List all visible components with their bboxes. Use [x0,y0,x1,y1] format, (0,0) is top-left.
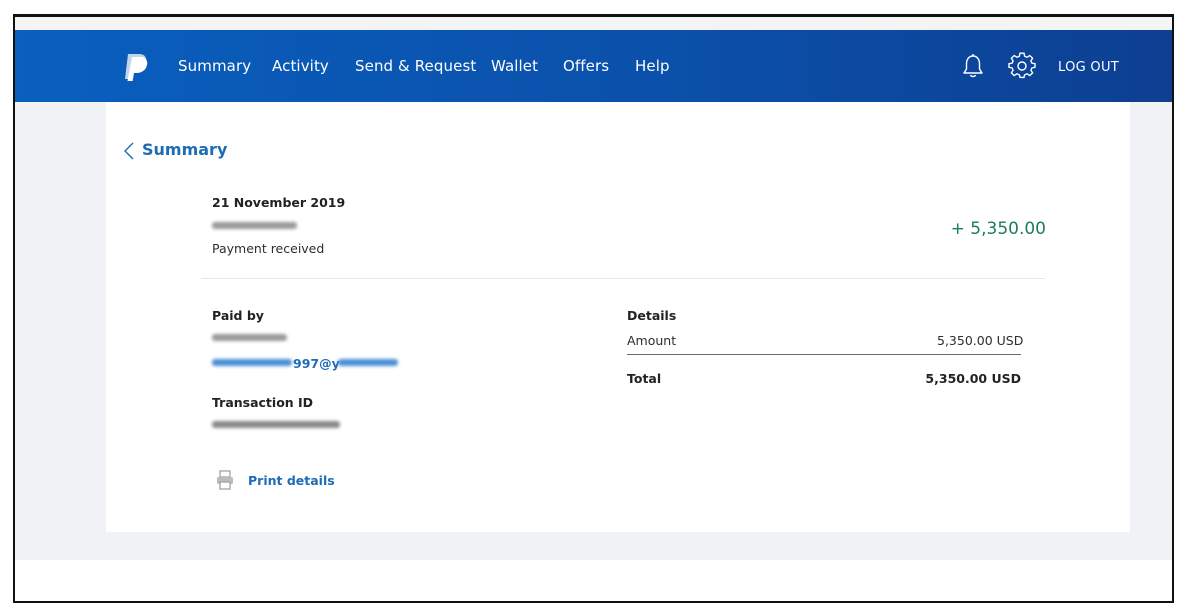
section-divider [201,278,1045,279]
nav-summary[interactable]: Summary [178,57,251,75]
redacted-transaction-id [212,421,340,428]
redacted-email-suffix [338,359,398,366]
transaction-amount: + 5,350.00 [950,219,1046,239]
transaction-type: Payment received [212,241,325,256]
paid-by-label: Paid by [212,308,264,323]
nav-activity[interactable]: Activity [272,57,329,75]
bell-icon[interactable] [959,52,987,80]
redacted-email-prefix [212,359,292,366]
print-details-link[interactable]: Print details [248,473,335,488]
transaction-id-label: Transaction ID [212,395,314,410]
redacted-payer-name [212,334,287,341]
amount-value: 5,350.00 USD [937,333,1024,348]
back-label: Summary [142,140,228,159]
nav-help[interactable]: Help [635,57,670,75]
details-divider [627,354,1021,355]
gear-icon[interactable] [1008,52,1036,80]
top-navbar: Summary Activity Send & Request Wallet O… [15,30,1172,102]
total-value: 5,350.00 USD [925,371,1021,386]
total-label: Total [627,371,662,386]
transaction-date: 21 November 2019 [212,195,346,210]
logout-link[interactable]: LOG OUT [1058,60,1119,75]
payer-email[interactable]: 997@y [293,356,340,371]
printer-icon[interactable] [216,470,234,490]
redacted-name [212,222,297,229]
browser-top-strip [15,17,1172,31]
paypal-logo-icon[interactable] [123,52,149,82]
chevron-left-icon [124,142,134,160]
amount-label: Amount [627,333,677,348]
nav-offers[interactable]: Offers [563,57,609,75]
details-heading: Details [627,308,677,323]
nav-send-request[interactable]: Send & Request [355,57,476,75]
nav-wallet[interactable]: Wallet [491,57,538,75]
browser-frame: Summary Activity Send & Request Wallet O… [13,14,1174,603]
